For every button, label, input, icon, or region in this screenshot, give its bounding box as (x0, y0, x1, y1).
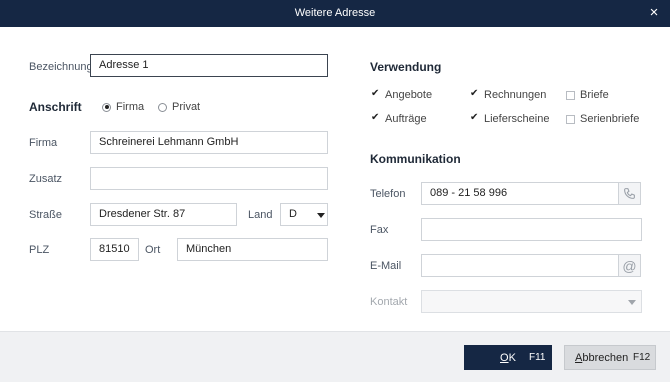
checkbox-lieferscheine-label: Lieferscheine (484, 113, 550, 125)
zusatz-input[interactable] (90, 167, 328, 190)
radio-firma[interactable]: Firma (102, 101, 144, 113)
plz-label: PLZ (29, 244, 50, 256)
radio-privat[interactable]: Privat (158, 101, 200, 113)
land-select-value: D (289, 208, 297, 220)
check-icon (470, 88, 479, 100)
email-label: E-Mail (370, 260, 402, 272)
checkbox-rechnungen[interactable]: Rechnungen (470, 88, 547, 101)
checkbox-serienbriefe-label: Serienbriefe (580, 113, 640, 125)
land-select[interactable]: D (280, 203, 328, 226)
land-label: Land (248, 209, 273, 221)
email-input[interactable] (421, 254, 619, 277)
checkbox-empty-icon (566, 114, 575, 124)
cancel-button-label: Abbrechen (575, 351, 629, 364)
strasse-label: Straße (29, 209, 63, 221)
anschrift-heading: Anschrift (29, 100, 82, 114)
title-bar: Weitere Adresse × (0, 0, 670, 27)
checkbox-auftraege-label: Aufträge (385, 113, 427, 125)
firma-input[interactable]: Schreinerei Lehmann GmbH (90, 131, 328, 154)
checkbox-angebote[interactable]: Angebote (371, 88, 433, 101)
ort-label: Ort (145, 244, 161, 256)
checkbox-angebote-label: Angebote (385, 89, 433, 101)
bezeichnung-label: Bezeichnung (29, 61, 93, 73)
radio-privat-indicator (158, 102, 167, 112)
ok-button-label: OK (500, 351, 516, 364)
checkbox-serienbriefe[interactable]: Serienbriefe (566, 113, 639, 125)
checkbox-briefe-label: Briefe (580, 89, 609, 101)
kontakt-label: Kontakt (370, 296, 408, 308)
plz-input[interactable]: 81510 (90, 238, 139, 261)
checkbox-rechnungen-label: Rechnungen (484, 89, 547, 101)
checkbox-empty-icon (566, 90, 575, 100)
close-icon[interactable]: × (646, 4, 662, 22)
at-icon[interactable]: @ (618, 254, 641, 277)
chevron-down-icon (317, 213, 325, 218)
dialog-footer: OK F11 Abbrechen F12 (0, 331, 670, 382)
check-icon (371, 88, 380, 100)
zusatz-label: Zusatz (29, 173, 63, 185)
fax-label: Fax (370, 224, 389, 236)
firma-label: Firma (29, 137, 58, 149)
checkbox-briefe[interactable]: Briefe (566, 89, 609, 101)
check-icon (470, 112, 479, 124)
window-title: Weitere Adresse (294, 7, 376, 19)
verwendung-heading: Verwendung (370, 60, 442, 74)
ok-button[interactable]: OK F11 (464, 345, 552, 370)
ort-input[interactable]: München (177, 238, 328, 261)
checkbox-lieferscheine[interactable]: Lieferscheine (470, 112, 550, 125)
telefon-label: Telefon (370, 188, 406, 200)
fax-input[interactable] (421, 218, 642, 241)
cancel-button[interactable]: Abbrechen F12 (564, 345, 656, 370)
kontakt-select (421, 290, 642, 313)
kommunikation-heading: Kommunikation (370, 152, 461, 166)
radio-firma-label: Firma (116, 101, 145, 113)
cancel-shortcut: F12 (633, 352, 651, 363)
phone-icon[interactable] (618, 182, 641, 205)
telefon-input[interactable]: 089 - 21 58 996 (421, 182, 619, 205)
strasse-input[interactable]: Dresdener Str. 87 (90, 203, 237, 226)
chevron-down-icon (628, 300, 636, 305)
checkbox-auftraege[interactable]: Aufträge (371, 112, 427, 125)
ok-shortcut: F11 (529, 352, 546, 363)
radio-firma-indicator (102, 102, 111, 112)
bezeichnung-input[interactable]: Adresse 1 (90, 54, 328, 77)
check-icon (371, 112, 380, 124)
radio-privat-label: Privat (172, 101, 201, 113)
